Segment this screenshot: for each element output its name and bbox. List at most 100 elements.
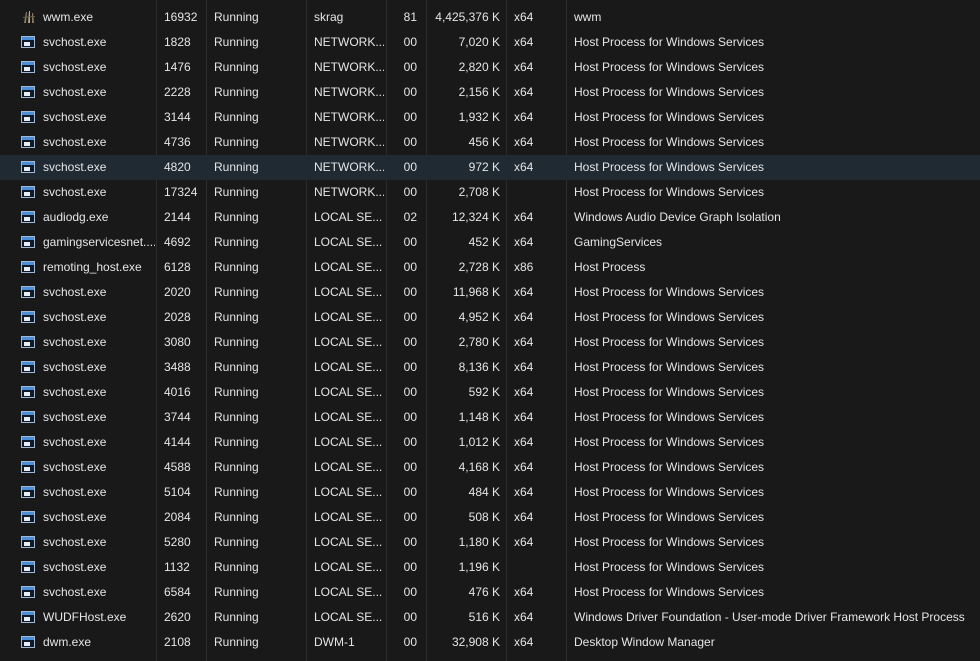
process-row[interactable]: svchost.exe 17324 Running NETWORK... 00 2,708… <box>0 180 980 205</box>
process-name: svchost.exe <box>43 285 107 299</box>
window-app-icon <box>21 330 37 355</box>
process-name: svchost.exe <box>43 35 107 49</box>
process-row[interactable]: svchost.exe 1132 Running LOCAL SE... 00 1,196… <box>0 555 980 580</box>
process-status: Running <box>214 60 259 74</box>
process-row[interactable]: remoting_host.exe 6128 Running LOCAL SE... 0… <box>0 255 980 280</box>
process-user-name: skrag <box>314 10 344 24</box>
process-row[interactable]: svchost.exe 3488 Running LOCAL SE... 00 8,136… <box>0 355 980 380</box>
process-user-name: LOCAL SE... <box>314 410 383 424</box>
process-memory: 592 K <box>468 385 500 399</box>
process-description: Desktop Window Manager <box>574 635 715 649</box>
process-row[interactable]: svchost.exe 3080 Running LOCAL SE... 00 2,780… <box>0 330 980 355</box>
process-name: svchost.exe <box>43 560 107 574</box>
process-cpu: 00 <box>403 510 417 524</box>
process-row[interactable]: svchost.exe 4588 Running LOCAL SE... 00 4,168… <box>0 455 980 480</box>
process-memory: 2,708 K <box>458 185 500 199</box>
process-status: Running <box>214 585 259 599</box>
process-architecture: x64 <box>514 235 534 249</box>
process-pid: 3488 <box>164 360 191 374</box>
process-cpu: 00 <box>403 35 417 49</box>
process-status: Running <box>214 185 259 199</box>
process-user-name: LOCAL SE... <box>314 260 383 274</box>
process-description: Host Process for Windows Services <box>574 60 765 74</box>
process-row[interactable]: svchost.exe 2228 Running NETWORK... 00 2,156 … <box>0 80 980 105</box>
process-name: svchost.exe <box>43 485 107 499</box>
window-app-icon <box>21 80 37 105</box>
process-row[interactable]: gamingservicesnet.... 4692 Running LOCAL SE… <box>0 230 980 255</box>
process-user-name: NETWORK... <box>314 185 384 199</box>
process-architecture: x64 <box>514 410 534 424</box>
window-app-icon <box>21 455 37 480</box>
process-name: svchost.exe <box>43 60 107 74</box>
process-row[interactable]: svchost.exe 4016 Running LOCAL SE... 00 592 K… <box>0 380 980 405</box>
process-name: svchost.exe <box>43 135 107 149</box>
process-user-name: NETWORK... <box>314 160 384 174</box>
process-row[interactable]: svchost.exe 3744 Running LOCAL SE... 00 1,148… <box>0 405 980 430</box>
wwm-app-icon <box>21 5 37 30</box>
process-row[interactable]: svchost.exe 3144 Running NETWORK... 00 1,932 … <box>0 105 980 130</box>
process-row[interactable]: svchost.exe 1828 Running NETWORK... 00 7,020 … <box>0 30 980 55</box>
process-memory: 508 K <box>468 510 500 524</box>
process-pid: 5280 <box>164 535 191 549</box>
window-app-icon <box>21 130 37 155</box>
window-app-icon <box>21 205 37 230</box>
process-memory: 8,136 K <box>458 360 500 374</box>
process-description: Host Process for Windows Services <box>574 535 765 549</box>
process-architecture: x64 <box>514 585 534 599</box>
process-memory: 4,168 K <box>458 460 500 474</box>
window-app-icon <box>21 480 37 505</box>
process-row[interactable]: svchost.exe 4144 Running LOCAL SE... 00 1,012… <box>0 430 980 455</box>
process-description: Host Process for Windows Services <box>574 460 765 474</box>
process-cpu: 81 <box>403 10 417 24</box>
process-row[interactable]: svchost.exe 4820 Running NETWORK... 00 972 K x… <box>0 155 980 180</box>
process-description: Host Process for Windows Services <box>574 285 765 299</box>
process-row[interactable]: svchost.exe 5280 Running LOCAL SE... 00 1,180… <box>0 530 980 555</box>
process-user-name: LOCAL SE... <box>314 310 383 324</box>
process-pid: 3744 <box>164 410 191 424</box>
process-architecture: x64 <box>514 535 534 549</box>
process-status: Running <box>214 360 259 374</box>
process-description: Host Process for Windows Services <box>574 360 765 374</box>
process-cpu: 00 <box>403 535 417 549</box>
process-row[interactable]: svchost.exe 6584 Running LOCAL SE... 00 476 K… <box>0 580 980 605</box>
process-pid: 1828 <box>164 35 191 49</box>
process-pid: 5104 <box>164 485 191 499</box>
process-row[interactable]: svchost.exe 2028 Running LOCAL SE... 00 4,952… <box>0 305 980 330</box>
process-name: svchost.exe <box>43 360 107 374</box>
process-description: Host Process for Windows Services <box>574 185 765 199</box>
process-row[interactable]: svchost.exe 1476 Running NETWORK... 00 2,820 … <box>0 55 980 80</box>
process-memory: 456 K <box>468 135 500 149</box>
process-description: Host Process for Windows Services <box>574 110 765 124</box>
process-architecture: x64 <box>514 160 534 174</box>
window-app-icon <box>21 505 37 530</box>
process-architecture: x64 <box>514 510 534 524</box>
process-description: Host Process for Windows Services <box>574 310 765 324</box>
process-architecture: x86 <box>514 260 534 274</box>
window-app-icon <box>21 30 37 55</box>
process-user-name: LOCAL SE... <box>314 210 383 224</box>
process-name: svchost.exe <box>43 535 107 549</box>
process-name: svchost.exe <box>43 310 107 324</box>
process-description: Host Process for Windows Services <box>574 35 765 49</box>
process-memory: 2,820 K <box>458 60 500 74</box>
process-cpu: 00 <box>403 335 417 349</box>
process-description: Host Process for Windows Services <box>574 560 765 574</box>
process-row[interactable]: audiodg.exe 2144 Running LOCAL SE... 02 12,32… <box>0 205 980 230</box>
process-row[interactable]: svchost.exe 5104 Running LOCAL SE... 00 484 K… <box>0 480 980 505</box>
window-app-icon <box>21 380 37 405</box>
process-architecture: x64 <box>514 360 534 374</box>
process-row[interactable]: svchost.exe 4736 Running NETWORK... 00 456 K x… <box>0 130 980 155</box>
process-cpu: 00 <box>403 60 417 74</box>
process-row[interactable]: wwm.exe 16932 Running skrag 81 4,425,376 K x64… <box>0 5 980 30</box>
process-row[interactable]: dwm.exe 2108 Running DWM-1 00 32,908 K x64 Desk… <box>0 630 980 655</box>
process-pid: 1132 <box>164 560 190 574</box>
process-cpu: 02 <box>403 210 417 224</box>
process-cpu: 00 <box>403 235 417 249</box>
process-row[interactable]: svchost.exe 2020 Running LOCAL SE... 00 11,96… <box>0 280 980 305</box>
process-user-name: LOCAL SE... <box>314 285 383 299</box>
process-row[interactable]: svchost.exe 2084 Running LOCAL SE... 00 508 K… <box>0 505 980 530</box>
process-cpu: 00 <box>403 485 417 499</box>
window-app-icon <box>21 280 37 305</box>
process-name: svchost.exe <box>43 185 107 199</box>
process-row[interactable]: WUDFHost.exe 2620 Running LOCAL SE... 00 516 … <box>0 605 980 630</box>
